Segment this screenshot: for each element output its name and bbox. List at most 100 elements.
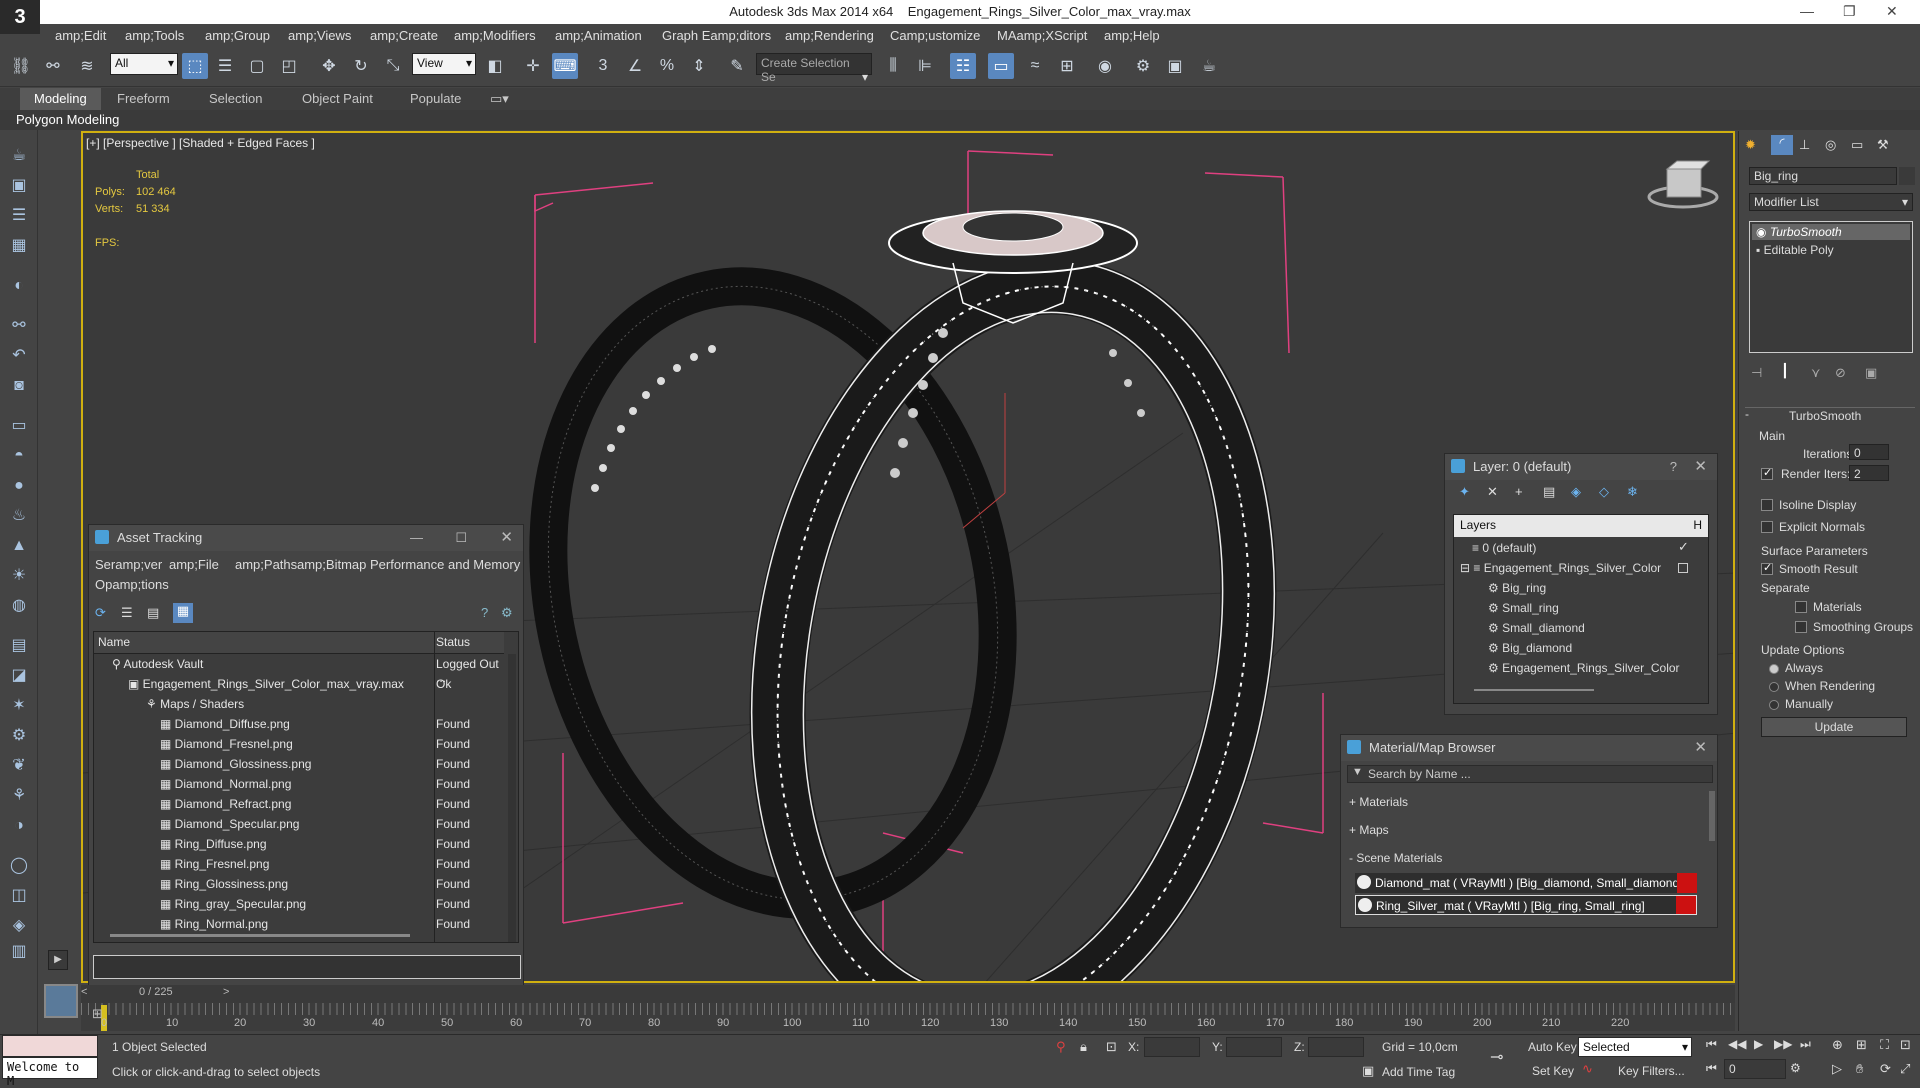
always-radio[interactable] xyxy=(1769,664,1779,674)
tab-modeling[interactable]: Modeling xyxy=(20,88,101,110)
keyboard-shortcut-override-icon[interactable]: ⌨ xyxy=(552,53,578,79)
col-name[interactable]: Name xyxy=(98,635,130,649)
undo-icon[interactable]: ↶ xyxy=(7,344,31,368)
layer-item[interactable]: ⚙ Big_ring xyxy=(1488,581,1546,595)
rollout-turbosmooth-header[interactable]: - TurboSmooth xyxy=(1745,407,1915,423)
asset-menu-file[interactable]: amp;File xyxy=(169,557,219,572)
toggle-icon[interactable]: ◪ xyxy=(7,664,31,688)
pivot-center-icon[interactable]: ◧ xyxy=(482,53,508,79)
close-icon[interactable]: ✕ xyxy=(1694,735,1707,761)
teapot-primitive-icon[interactable]: ♨ xyxy=(7,504,31,528)
zoom-icon[interactable]: ⊕ xyxy=(1832,1037,1843,1053)
hierarchy-tab-icon[interactable]: ⊥ xyxy=(1799,137,1810,153)
table-row[interactable]: ▦ Ring_Normal.png Found xyxy=(94,914,504,934)
menu-views[interactable]: amp;Views xyxy=(288,28,351,43)
hide-all-icon[interactable]: ◇ xyxy=(1599,484,1609,500)
table-row[interactable]: ▦ Diamond_Specular.png Found xyxy=(94,814,504,834)
asset-menu-options[interactable]: Opamp;tions xyxy=(95,577,169,592)
dome-icon[interactable]: ◓ xyxy=(7,444,31,468)
materials-group[interactable]: + Materials xyxy=(1349,795,1699,809)
help-icon[interactable]: ? xyxy=(481,605,488,620)
help-icon[interactable]: ? xyxy=(1670,454,1677,480)
ribbon-options-icon[interactable]: ▭▾ xyxy=(490,91,509,107)
scale-icon[interactable]: ⤡ xyxy=(380,53,406,79)
render-production-icon[interactable]: ☕ xyxy=(1196,53,1222,79)
settings-icon[interactable]: ⚙ xyxy=(501,605,513,621)
table-row[interactable]: ▦ Diamond_Glossiness.png Found xyxy=(94,754,504,774)
layer-explorer-icon[interactable]: ☷ xyxy=(950,53,976,79)
menu-tools[interactable]: amp;Tools xyxy=(125,28,184,43)
asset-menu-server[interactable]: Seramp;ver xyxy=(95,557,162,572)
globe-icon[interactable]: ◯ xyxy=(7,854,31,878)
maps-group[interactable]: + Maps xyxy=(1349,823,1699,837)
move-icon[interactable]: ✥ xyxy=(316,53,342,79)
menu-rendering[interactable]: amp;Rendering xyxy=(785,28,874,43)
isoline-checkbox[interactable] xyxy=(1761,499,1773,511)
remove-modifier-icon[interactable]: ⊘ xyxy=(1835,365,1846,381)
table-row[interactable]: ▦ Ring_Glossiness.png Found xyxy=(94,874,504,894)
prev-frame-icon[interactable]: < xyxy=(81,986,87,998)
sun-icon[interactable]: ☀ xyxy=(7,564,31,588)
select-object-icon[interactable]: ⬚ xyxy=(182,53,208,79)
lock-selection-icon[interactable]: 🔒︎ xyxy=(1080,1039,1087,1055)
layer-item[interactable]: ⊟ ≡ Engagement_Rings_Silver_Color xyxy=(1460,561,1661,575)
sphere-icon[interactable]: ● xyxy=(7,474,31,498)
window-crossing-icon[interactable]: ◰ xyxy=(276,53,302,79)
layer-item[interactable]: ⚙ Big_diamond xyxy=(1488,641,1572,655)
tab-selection[interactable]: Selection xyxy=(209,91,262,106)
rotate-icon[interactable]: ↻ xyxy=(348,53,374,79)
box-icon[interactable]: ▭ xyxy=(7,414,31,438)
object-color-swatch[interactable] xyxy=(1899,167,1915,185)
add-time-tag-button[interactable]: Add Time Tag xyxy=(1382,1065,1455,1079)
next-key-icon[interactable]: ▶▶ xyxy=(1774,1037,1792,1051)
track-bar[interactable]: 0 10 20 30 40 50 60 70 80 90 100 110 120… xyxy=(81,1003,1735,1031)
manually-radio[interactable] xyxy=(1769,700,1779,710)
iterations-spinner[interactable]: 0 xyxy=(1849,444,1889,460)
material-search-input[interactable]: Search by Name ... xyxy=(1368,767,1471,781)
key-mode-dropdown[interactable]: Selected ▾ xyxy=(1578,1037,1692,1057)
menu-create[interactable]: amp;Create xyxy=(370,28,438,43)
auto-key-button[interactable]: Auto Key xyxy=(1528,1040,1577,1054)
motion-tab-icon[interactable]: ◎ xyxy=(1825,137,1836,153)
table-row[interactable]: ▦ Diamond_Diffuse.png Found xyxy=(94,714,504,734)
absolute-mode-icon[interactable]: ⊡ xyxy=(1106,1039,1117,1055)
unlink-icon[interactable]: ⚯ xyxy=(40,53,66,79)
maximize-icon[interactable]: ☐ xyxy=(455,525,467,551)
vertical-scrollbar[interactable] xyxy=(1709,791,1715,841)
skin-icon[interactable]: ◑ xyxy=(7,814,31,838)
table-row[interactable]: ▦ Diamond_Refract.png Found xyxy=(94,794,504,814)
viewport-layout-icon[interactable] xyxy=(44,984,78,1018)
material-browser-header[interactable]: Material/Map Browser ✕ xyxy=(1341,735,1717,761)
list-view-icon[interactable]: ☰ xyxy=(121,605,133,621)
menu-animation[interactable]: amp;Animation xyxy=(555,28,642,43)
next-frame-icon[interactable]: > xyxy=(223,986,229,998)
menu-modifiers[interactable]: amp;Modifiers xyxy=(454,28,536,43)
new-layer-icon[interactable]: ✦ xyxy=(1459,484,1470,500)
asset-menu-paths[interactable]: amp;Paths xyxy=(235,557,297,572)
go-to-start-icon[interactable]: ⏮ xyxy=(1706,1037,1717,1052)
col-status[interactable]: Status xyxy=(436,635,470,649)
tab-freeform[interactable]: Freeform xyxy=(117,91,170,106)
minimize-icon[interactable]: — xyxy=(410,525,423,551)
y-coord-field[interactable] xyxy=(1226,1037,1282,1057)
material-editor-icon[interactable]: ◉ xyxy=(1092,53,1118,79)
render-iters-checkbox[interactable] xyxy=(1761,466,1773,480)
refresh-icon[interactable]: ⟳ xyxy=(95,605,106,621)
maximize-icon[interactable]: ❐ xyxy=(1843,3,1856,20)
add-to-layer-icon[interactable]: + xyxy=(1515,484,1523,499)
pin-stack-icon[interactable]: ⊣ xyxy=(1751,365,1762,381)
asset-path-field[interactable] xyxy=(93,955,521,979)
when-rendering-radio[interactable] xyxy=(1769,682,1779,692)
close-icon[interactable]: ✕ xyxy=(500,525,513,551)
color-icon[interactable]: ◈ xyxy=(7,914,31,938)
layer-item[interactable]: ⚙ Small_ring xyxy=(1488,601,1559,615)
time-slider[interactable]: < 0 / 225 > xyxy=(81,985,1735,1003)
table-row[interactable]: ⚲ Autodesk Vault Logged Out ... xyxy=(94,654,504,685)
modifier-stack-item[interactable]: ◉ TurboSmooth xyxy=(1752,224,1910,240)
material-row[interactable]: Diamond_mat ( VRayMtl ) [Big_diamond, Sm… xyxy=(1355,873,1697,893)
hair-icon[interactable]: ⚘ xyxy=(7,784,31,808)
layer-dialog-header[interactable]: Layer: 0 (default) ? ✕ xyxy=(1445,454,1717,480)
menu-help[interactable]: amp;Help xyxy=(1104,28,1160,43)
palette-icon[interactable]: ◐ xyxy=(7,274,31,298)
pan-icon[interactable]: ✋︎ xyxy=(1856,1061,1863,1077)
